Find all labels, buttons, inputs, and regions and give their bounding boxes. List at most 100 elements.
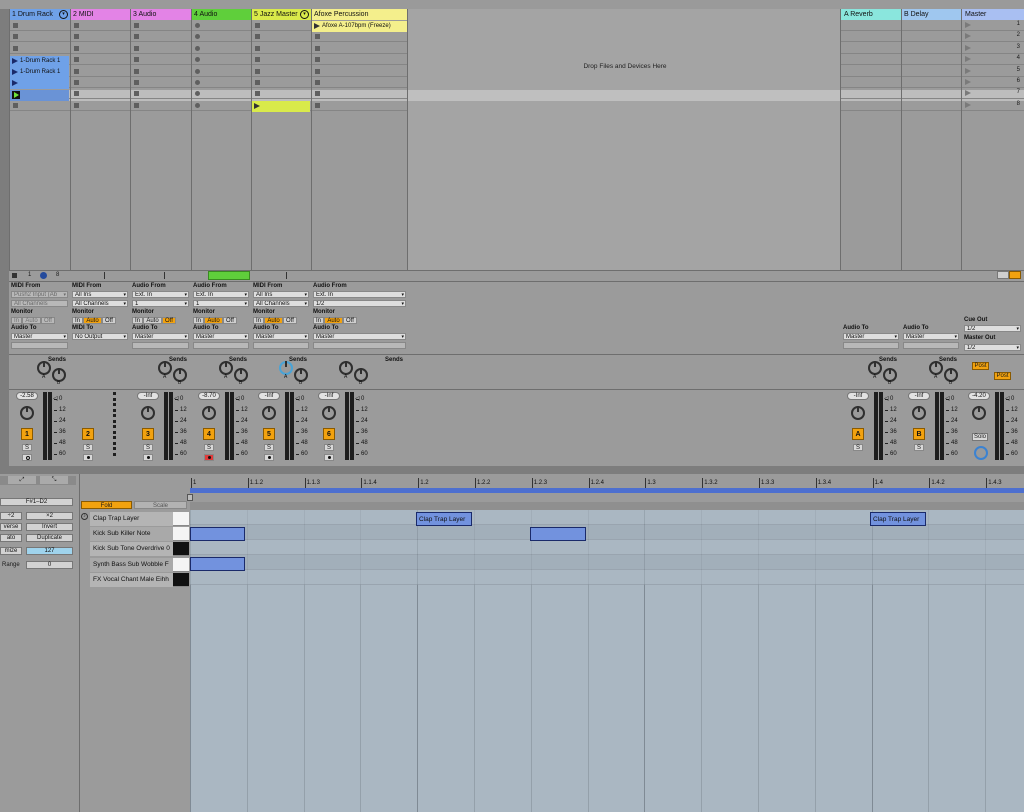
- scene-launch-button[interactable]: 7: [962, 88, 1024, 100]
- clip-slot[interactable]: [902, 31, 961, 43]
- arm-button[interactable]: [204, 454, 214, 461]
- play-icon[interactable]: [965, 101, 971, 108]
- stop-button-icon[interactable]: [134, 57, 139, 63]
- clip-slot[interactable]: [131, 54, 191, 66]
- clip-slot[interactable]: [192, 100, 251, 111]
- monitor-off-button[interactable]: Off: [102, 317, 116, 324]
- stop-button-icon[interactable]: [74, 102, 79, 108]
- scene-launch-button[interactable]: 5: [962, 66, 1024, 77]
- volume-display[interactable]: -2.58: [16, 392, 38, 400]
- stop-button-icon[interactable]: [134, 45, 139, 51]
- stop-button-icon[interactable]: [255, 68, 260, 74]
- scene-launch-button[interactable]: 8: [962, 100, 1024, 111]
- clip-slot[interactable]: [131, 31, 191, 43]
- solo-button[interactable]: S: [853, 444, 863, 451]
- stop-button-icon[interactable]: [315, 34, 320, 40]
- clip-slot[interactable]: [902, 20, 961, 31]
- post-button[interactable]: Post: [972, 362, 989, 370]
- audio-channel-dropdown[interactable]: 1 ▾: [132, 300, 189, 307]
- audio-input-dropdown[interactable]: Ext. In ▾: [313, 291, 406, 298]
- pan-knob[interactable]: [322, 406, 336, 420]
- volume-display[interactable]: -Inf: [137, 392, 159, 400]
- invert-button[interactable]: Invert: [26, 523, 73, 531]
- arm-button[interactable]: [83, 454, 93, 461]
- stop-button-icon[interactable]: [74, 45, 79, 51]
- stop-button-icon[interactable]: [13, 45, 18, 51]
- legato-button[interactable]: ato: [0, 534, 22, 542]
- monitor-auto-button[interactable]: Auto: [22, 317, 41, 324]
- clip-slot[interactable]: [841, 31, 901, 43]
- preview-headphone-icon[interactable]: ♪: [81, 513, 88, 520]
- clip-empty-blue[interactable]: [10, 78, 69, 89]
- stop-button-icon[interactable]: [134, 34, 139, 40]
- track-activator-button[interactable]: 3: [142, 428, 154, 440]
- midi-note[interactable]: Clap Trap Layer: [870, 512, 926, 526]
- stop-button-icon[interactable]: [315, 45, 320, 51]
- volume-display[interactable]: -Inf: [258, 392, 280, 400]
- scene-launch-button[interactable]: 2: [962, 31, 1024, 43]
- clip-slot[interactable]: [902, 66, 961, 77]
- clip-slot[interactable]: [192, 66, 251, 77]
- play-icon[interactable]: [965, 67, 971, 74]
- audio-input-dropdown[interactable]: Ext. In ▾: [132, 291, 189, 298]
- audio-input-dropdown[interactable]: Ext. In ▾: [193, 291, 249, 298]
- cue-volume-knob[interactable]: [974, 446, 988, 460]
- clip-slot[interactable]: [10, 43, 70, 54]
- play-icon[interactable]: [965, 79, 971, 85]
- clip-slot[interactable]: [312, 54, 407, 66]
- collapse-icon[interactable]: ⤡: [40, 476, 68, 484]
- track-header-2[interactable]: 2 MIDI: [70, 9, 130, 20]
- stop-button-icon[interactable]: [195, 57, 200, 63]
- monitor-in-button[interactable]: In: [132, 317, 143, 324]
- pan-knob[interactable]: [141, 406, 155, 420]
- clip-afoxe[interactable]: Afoxe A-107bpm (Freeze): [312, 21, 407, 32]
- master-out-dropdown[interactable]: 1/2 ▾: [964, 344, 1021, 351]
- audio-channel-dropdown[interactable]: 1 ▾: [193, 300, 249, 307]
- monitor-off-button[interactable]: Off: [223, 317, 237, 324]
- pan-knob[interactable]: [972, 406, 986, 420]
- volume-display[interactable]: -Inf: [318, 392, 340, 400]
- pan-knob[interactable]: [20, 406, 34, 420]
- stop-button-icon[interactable]: [195, 80, 200, 85]
- pan-knob[interactable]: [851, 406, 865, 420]
- clip-slot[interactable]: [252, 66, 311, 77]
- clip-selected[interactable]: [10, 90, 69, 101]
- solo-button[interactable]: S: [83, 444, 93, 451]
- midi-input-dropdown[interactable]: All Ins ▾: [72, 291, 128, 298]
- loop-bar[interactable]: [190, 488, 1024, 493]
- clip-slot[interactable]: [252, 43, 311, 54]
- monitor-off-button[interactable]: Off: [41, 317, 55, 324]
- solo-button[interactable]: S: [264, 444, 274, 451]
- clip-slot[interactable]: [71, 66, 130, 77]
- pan-knob[interactable]: [202, 406, 216, 420]
- piano-key[interactable]: [173, 572, 189, 587]
- monitor-in-button[interactable]: In: [72, 317, 83, 324]
- fold-button[interactable]: Fold: [81, 501, 132, 509]
- send-a-knob[interactable]: [929, 361, 943, 375]
- clip-slot[interactable]: [192, 77, 251, 88]
- stop-button-icon[interactable]: [74, 80, 79, 85]
- clip-slot[interactable]: [252, 77, 311, 88]
- audio-output-dropdown[interactable]: Master ▾: [843, 333, 899, 340]
- output-channel-dropdown[interactable]: [313, 342, 406, 349]
- drum-pad-row-label[interactable]: Kick Sub Tone Overdrive 0: [90, 542, 173, 557]
- return-activator-button[interactable]: B: [913, 428, 925, 440]
- stop-button-icon[interactable]: [255, 45, 260, 51]
- solo-button[interactable]: S: [204, 444, 214, 451]
- monitor-off-button[interactable]: Off: [283, 317, 297, 324]
- stop-button-icon[interactable]: [195, 68, 200, 74]
- solo-button[interactable]: S: [143, 444, 153, 451]
- stop-button-icon[interactable]: [255, 34, 260, 40]
- scene-launch-button[interactable]: 1: [962, 20, 1024, 31]
- volume-display[interactable]: -Inf: [847, 392, 869, 400]
- clip-slot[interactable]: [312, 77, 407, 88]
- clip-slot[interactable]: [10, 100, 70, 111]
- clip-slot[interactable]: [902, 100, 961, 111]
- track-activator-button[interactable]: 5: [263, 428, 275, 440]
- stop-button-icon[interactable]: [74, 23, 79, 28]
- clip-slot[interactable]: [841, 54, 901, 66]
- range-field[interactable]: 0: [26, 561, 73, 569]
- drum-pad-row-label[interactable]: Synth Bass Sub Wobble F: [90, 557, 173, 572]
- monitor-in-button[interactable]: In: [253, 317, 264, 324]
- note-range-field[interactable]: F#1–D2: [0, 498, 73, 506]
